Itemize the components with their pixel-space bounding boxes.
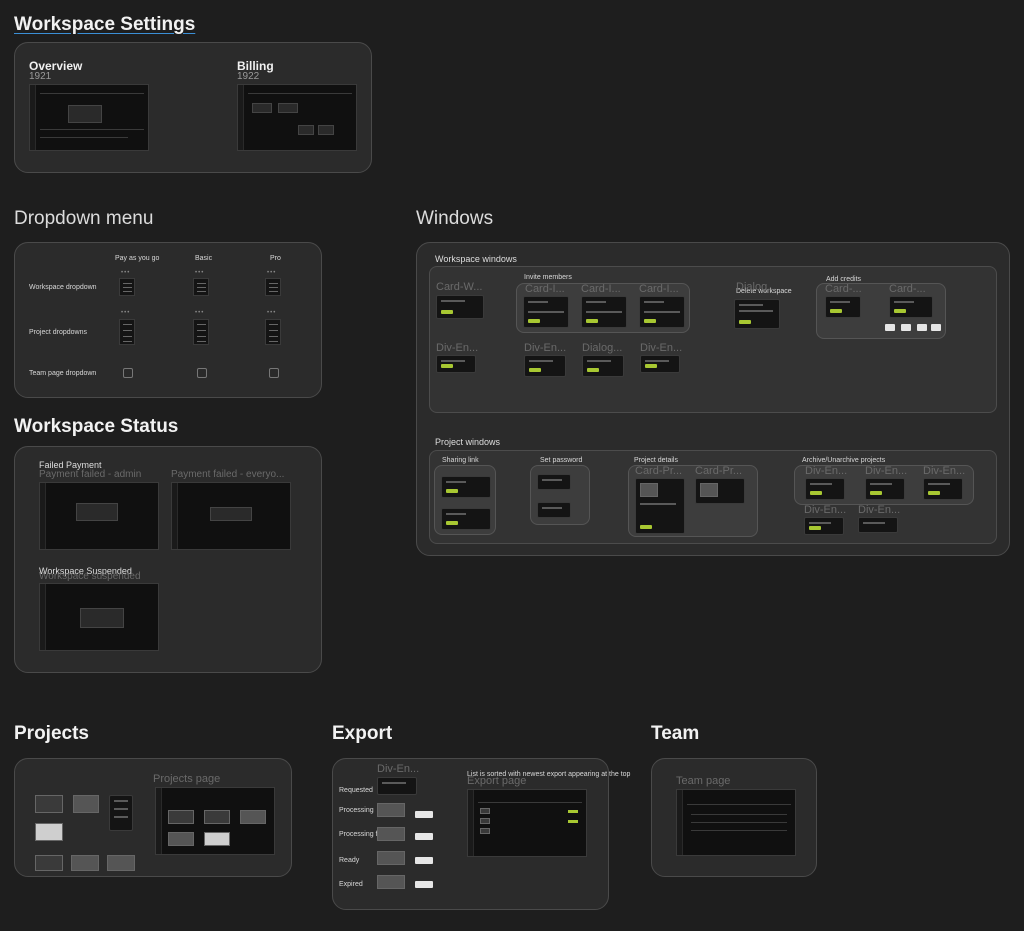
set-password-label: Set password xyxy=(540,457,583,464)
div-en-card[interactable] xyxy=(524,355,566,377)
state-requested: Requested xyxy=(339,787,373,794)
dialog-card[interactable] xyxy=(582,355,624,377)
stack-icon[interactable] xyxy=(197,368,207,378)
windows-title: Windows xyxy=(416,208,494,229)
payment-failed-admin-screen[interactable] xyxy=(39,482,159,550)
payg-project-dropdown[interactable] xyxy=(119,319,135,345)
state-expired: Expired xyxy=(339,881,363,888)
overview-screenshot[interactable] xyxy=(29,84,149,151)
payg-workspace-dropdown[interactable] xyxy=(119,278,135,296)
row-project-dropdowns: Project dropdowns xyxy=(29,329,87,336)
stack-icon[interactable] xyxy=(123,368,133,378)
row-workspace-dropdown: Workspace dropdown xyxy=(29,284,97,291)
projects-page-screen[interactable] xyxy=(155,787,275,855)
team-page-screen[interactable] xyxy=(676,789,796,856)
project-details-card[interactable] xyxy=(635,478,685,534)
div-en-card[interactable] xyxy=(436,355,476,373)
workspace-suspended-screen[interactable] xyxy=(39,583,159,651)
sharing-link-label: Sharing link xyxy=(442,457,479,464)
ghost-suspended: Workspace suspended xyxy=(39,571,141,582)
team-title: Team xyxy=(651,723,700,744)
archive-card[interactable] xyxy=(923,478,963,500)
basic-workspace-dropdown[interactable] xyxy=(193,278,209,296)
invite-card[interactable] xyxy=(523,296,569,328)
project-details-card[interactable] xyxy=(695,478,745,504)
ghost-export-page: Export page xyxy=(467,775,527,787)
add-credits-label: Add credits xyxy=(826,276,862,283)
col-payg: Pay as you go xyxy=(115,255,160,262)
projects-title: Projects xyxy=(14,723,89,744)
project-windows-title: Project windows xyxy=(435,437,501,447)
add-credits-group: Card-... Card-... xyxy=(816,283,946,339)
projects-panel: Projects page xyxy=(14,758,292,877)
archive-card[interactable] xyxy=(858,517,898,533)
workspace-windows-frame: Card-W... Invite members Card-I... Card-… xyxy=(429,266,997,413)
project-windows-frame: Sharing link Set password Project detail… xyxy=(429,450,997,544)
dropdown-menu-title: Dropdown menu xyxy=(14,208,154,229)
pro-project-dropdown[interactable] xyxy=(265,319,281,345)
state-ready: Ready xyxy=(339,857,360,864)
team-panel: Team page xyxy=(651,758,817,877)
windows-panel: Workspace windows Card-W... Invite membe… xyxy=(416,242,1010,556)
ghost-payment-everyone: Payment failed - everyo... xyxy=(171,469,285,480)
payment-failed-everyone-screen[interactable] xyxy=(171,482,291,550)
workspace-settings-title: Workspace Settings xyxy=(14,14,196,35)
ghost-export-div: Div-En... xyxy=(377,763,420,775)
project-details-group: Card-Pr... Card-Pr... xyxy=(628,465,758,537)
col-basic: Basic xyxy=(195,255,213,262)
archive-card[interactable] xyxy=(865,478,905,500)
invite-members-label: Invite members xyxy=(524,274,572,281)
archive-label: Archive/Unarchive projects xyxy=(802,457,886,464)
password-card[interactable] xyxy=(537,502,571,518)
workspace-status-title: Workspace Status xyxy=(14,416,179,437)
billing-screenshot[interactable] xyxy=(237,84,357,151)
ghost-card: Card-W... xyxy=(436,281,483,293)
sharing-link-group xyxy=(434,465,496,535)
credits-card[interactable] xyxy=(889,296,933,318)
dropdown-menu-panel: Pay as you go Basic Pro Workspace dropdo… xyxy=(14,242,322,398)
stack-icon[interactable] xyxy=(269,368,279,378)
invite-card[interactable] xyxy=(639,296,685,328)
create-workspace-card[interactable] xyxy=(436,295,484,319)
workspace-settings-panel: Overview 1921 Billing 1922 xyxy=(14,42,372,173)
workspace-status-panel: Failed Payment Payment failed - admin Pa… xyxy=(14,446,322,673)
invite-members-group: Card-I... Card-I... Card-I... xyxy=(516,283,690,333)
col-pro: Pro xyxy=(270,255,281,262)
pro-workspace-dropdown[interactable] xyxy=(265,278,281,296)
sharing-card[interactable] xyxy=(441,476,491,498)
credits-card[interactable] xyxy=(825,296,861,318)
project-details-label: Project details xyxy=(634,457,678,464)
password-card[interactable] xyxy=(537,474,571,490)
export-panel: Div-En... Requested Processing Processin… xyxy=(332,758,630,910)
invite-card[interactable] xyxy=(581,296,627,328)
delete-workspace-card[interactable] xyxy=(734,299,780,329)
state-processing: Processing xyxy=(339,807,374,814)
workspace-windows-title: Workspace windows xyxy=(435,254,517,264)
ghost-payment-admin: Payment failed - admin xyxy=(39,469,142,480)
ghost-projects-page: Projects page xyxy=(153,773,221,785)
basic-project-dropdown[interactable] xyxy=(193,319,209,345)
div-en-card[interactable] xyxy=(640,355,680,373)
export-page-screen[interactable] xyxy=(467,789,587,857)
export-title: Export xyxy=(332,723,393,744)
sharing-card[interactable] xyxy=(441,508,491,530)
billing-number: 1922 xyxy=(237,71,260,82)
ghost-team-page: Team page xyxy=(676,775,731,787)
archive-group: Div-En... Div-En... Div-En... xyxy=(794,465,974,505)
row-team-dropdown: Team page dropdown xyxy=(29,370,97,377)
overview-number: 1921 xyxy=(29,71,52,82)
set-password-group xyxy=(530,465,590,525)
archive-card[interactable] xyxy=(804,517,844,535)
archive-card[interactable] xyxy=(805,478,845,500)
